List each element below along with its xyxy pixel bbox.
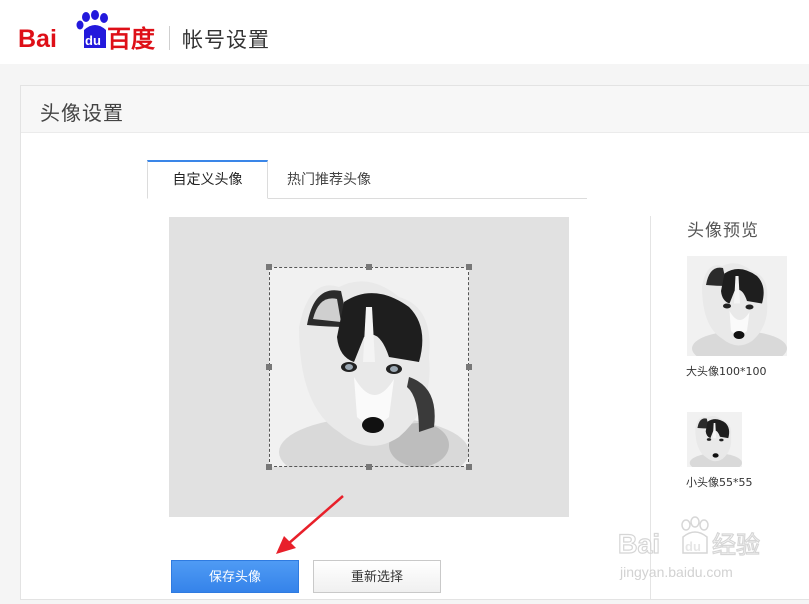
crop-handle-right[interactable]: [466, 364, 472, 370]
panel-title: 头像设置: [40, 101, 124, 125]
logo-text-du: du: [85, 33, 101, 48]
tab-custom-avatar[interactable]: 自定义头像: [147, 160, 268, 199]
baidu-jingyan-watermark: Bai du 经验 jingyan.baidu.com: [618, 516, 761, 580]
save-avatar-button[interactable]: 保存头像: [171, 560, 299, 593]
large-avatar-preview: [687, 256, 787, 356]
crop-handle-bottom[interactable]: [366, 464, 372, 470]
watermark-url: jingyan.baidu.com: [619, 564, 733, 580]
small-avatar-preview: [687, 412, 742, 467]
logo-text-cn: 百度: [107, 25, 156, 53]
header-title: 帐号设置: [182, 28, 270, 52]
panel-header: 头像设置: [21, 86, 809, 133]
crop-handle-bottom-left[interactable]: [266, 464, 272, 470]
watermark-brand-du: du: [685, 539, 701, 554]
crop-handle-bottom-right[interactable]: [466, 464, 472, 470]
crop-handle-left[interactable]: [266, 364, 272, 370]
watermark-brand: Bai: [618, 529, 660, 559]
large-avatar-label: 大头像100*100: [686, 365, 767, 378]
crop-handle-top[interactable]: [366, 264, 372, 270]
small-avatar-label: 小头像55*55: [686, 476, 753, 489]
watermark-brand-cn: 经验: [712, 531, 760, 559]
baidu-logo[interactable]: Bai du 百度: [18, 8, 158, 56]
reselect-button[interactable]: 重新选择: [313, 560, 441, 593]
logo-text-left: Bai: [18, 25, 57, 53]
top-bar: Bai du 百度 帐号设置: [0, 0, 809, 64]
crop-area[interactable]: [169, 217, 569, 517]
avatar-tabs: 自定义头像 热门推荐头像: [147, 160, 587, 199]
preview-title: 头像预览: [687, 221, 759, 241]
crop-selection-box[interactable]: [269, 267, 469, 467]
logo-divider: [169, 26, 170, 50]
crop-handle-top-left[interactable]: [266, 264, 272, 270]
crop-handle-top-right[interactable]: [466, 264, 472, 270]
tab-recommended-avatar[interactable]: 热门推荐头像: [269, 160, 389, 197]
annotation-arrow-icon: [276, 495, 344, 554]
